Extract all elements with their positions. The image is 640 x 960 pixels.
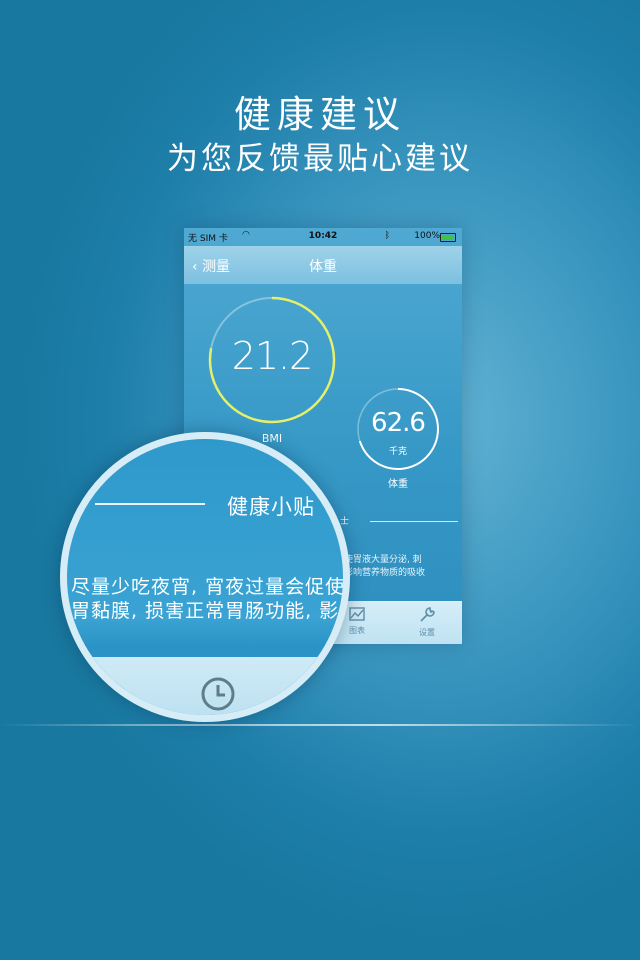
weight-unit: 千克 xyxy=(388,447,407,457)
magnifier-text-line: 尽量少吃夜宵, 宵夜过量会促使 xyxy=(71,576,346,598)
magnifier-divider xyxy=(95,503,205,505)
weight-value: 62.6 xyxy=(371,408,426,438)
magnifier-text-line: 胃黏膜, 损害正常胃肠功能, 影 xyxy=(71,600,340,622)
headline-subtitle: 为您反馈最贴心建议 xyxy=(167,141,473,177)
tip-title-fragment: 士 xyxy=(340,517,350,527)
weight-label: 体重 xyxy=(388,479,408,490)
magnifier-lens: 健康小贴 尽量少吃夜宵, 宵夜过量会促使 胃黏膜, 损害正常胃肠功能, 影 xyxy=(60,432,350,722)
tip-text-fragment: 使胃液大量分泌, 刺 影响营养物质的吸收 xyxy=(344,554,425,580)
tip-divider xyxy=(370,521,458,522)
tab-settings-label: 设置 xyxy=(419,628,435,637)
wrench-icon xyxy=(402,607,452,627)
magnifier-title: 健康小贴 xyxy=(227,495,315,519)
tab-chart-label: 图表 xyxy=(349,626,365,635)
tip-fragment-line: 影响营养物质的吸收 xyxy=(344,568,426,578)
clock-icon[interactable] xyxy=(200,676,236,712)
headline-title: 健康建议 xyxy=(234,93,406,136)
tab-settings[interactable]: 设置 xyxy=(402,607,452,638)
tip-fragment-line: 使胃液大量分泌, 刺 xyxy=(344,555,422,565)
bmi-value: 21.2 xyxy=(231,334,314,378)
floor-divider xyxy=(0,724,640,726)
